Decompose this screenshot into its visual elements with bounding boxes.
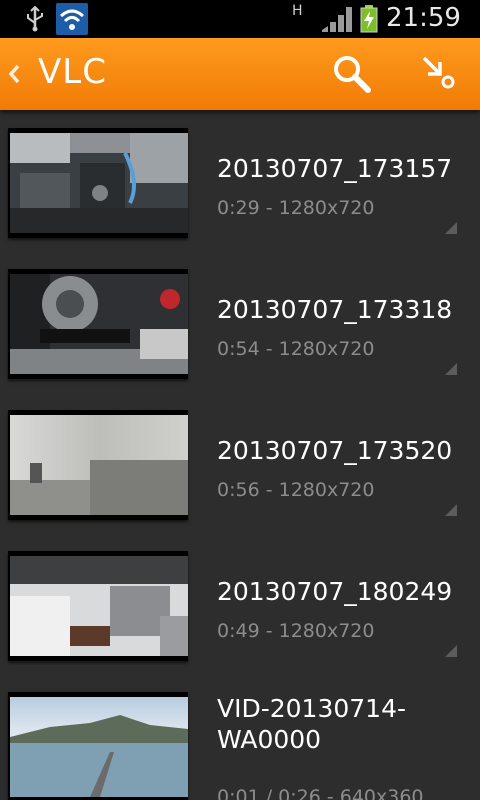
list-item[interactable]: 20130707_180249 0:49 - 1280x720 bbox=[0, 533, 480, 674]
media-title-line1: VID-20130714- bbox=[217, 694, 407, 723]
media-title: 20130707_173520 bbox=[217, 436, 453, 465]
chevron-left-icon[interactable] bbox=[6, 60, 22, 88]
media-meta: 0:01 / 0:26 - 640x360 bbox=[217, 786, 424, 800]
media-meta: 0:29 - 1280x720 bbox=[217, 197, 375, 219]
clock: 21:59 bbox=[386, 3, 461, 33]
video-thumbnail bbox=[8, 692, 188, 800]
list-item[interactable]: 20130707_173157 0:29 - 1280x720 bbox=[0, 110, 480, 251]
app-title: VLC bbox=[38, 52, 107, 92]
shortcut-icon[interactable] bbox=[418, 54, 462, 98]
list-item[interactable]: 20130707_173318 0:54 - 1280x720 bbox=[0, 251, 480, 392]
media-title: 20130707_173318 bbox=[217, 295, 453, 324]
media-meta: 0:54 - 1280x720 bbox=[217, 338, 375, 360]
item-corner-indicator bbox=[445, 504, 457, 516]
item-corner-indicator bbox=[445, 645, 457, 657]
media-list: 20130707_173157 0:29 - 1280x720 20130707… bbox=[0, 110, 480, 800]
item-corner-indicator bbox=[445, 222, 457, 234]
list-item[interactable]: 20130707_173520 0:56 - 1280x720 bbox=[0, 392, 480, 533]
item-corner-indicator bbox=[445, 363, 457, 375]
media-title: 20130707_180249 bbox=[217, 577, 453, 606]
media-title-line2: WA0000 bbox=[217, 725, 322, 754]
media-meta: 0:49 - 1280x720 bbox=[217, 620, 375, 642]
network-type-label: H bbox=[292, 3, 303, 19]
status-bar: H 21:59 bbox=[0, 0, 480, 38]
video-thumbnail bbox=[8, 551, 188, 661]
list-item[interactable]: VID-20130714- WA0000 0:01 / 0:26 - 640x3… bbox=[0, 674, 480, 800]
battery-charging-icon bbox=[360, 5, 378, 33]
wifi-icon bbox=[56, 3, 88, 35]
media-title: 20130707_173157 bbox=[217, 154, 453, 183]
action-bar: VLC bbox=[0, 38, 480, 110]
media-meta: 0:56 - 1280x720 bbox=[217, 479, 375, 501]
video-thumbnail bbox=[8, 269, 188, 379]
search-icon[interactable] bbox=[330, 52, 374, 96]
video-thumbnail bbox=[8, 128, 188, 238]
usb-icon bbox=[27, 6, 43, 32]
signal-strength-icon bbox=[322, 7, 352, 32]
video-thumbnail bbox=[8, 410, 188, 520]
